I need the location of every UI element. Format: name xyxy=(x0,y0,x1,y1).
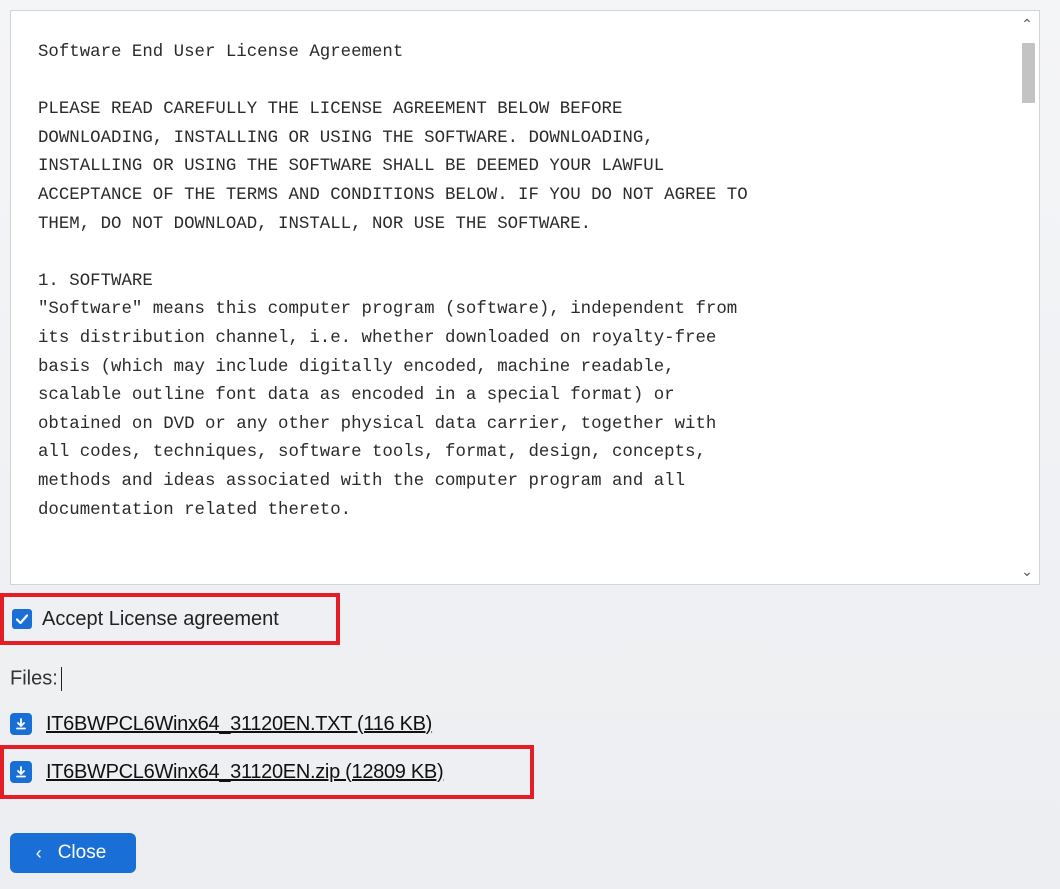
chevron-left-icon: ‹ xyxy=(35,842,42,863)
chevron-down-icon[interactable]: ⌄ xyxy=(1015,560,1039,582)
files-label: Files: xyxy=(10,667,62,691)
close-button-label: Close xyxy=(57,842,107,863)
license-text-area[interactable]: Software End User License Agreement PLEA… xyxy=(10,10,1040,585)
accept-license-label[interactable]: Accept License agreement xyxy=(42,608,279,631)
file-item-zip[interactable]: IT6BWPCL6Winx64_31120EN.zip (12809 KB) xyxy=(0,745,534,799)
close-button[interactable]: ‹ Close xyxy=(10,833,136,873)
file-item-txt[interactable]: IT6BWPCL6Winx64_31120EN.TXT (116 KB) xyxy=(10,709,432,739)
download-icon[interactable] xyxy=(10,761,32,783)
download-icon[interactable] xyxy=(10,713,32,735)
file-link-txt[interactable]: IT6BWPCL6Winx64_31120EN.TXT (116 KB) xyxy=(46,713,432,736)
license-scrollbar[interactable]: ⌃ ⌄ xyxy=(1015,11,1039,584)
accept-license-row[interactable]: Accept License agreement xyxy=(0,593,340,645)
checkmark-icon xyxy=(15,614,29,625)
file-link-zip[interactable]: IT6BWPCL6Winx64_31120EN.zip (12809 KB) xyxy=(46,761,444,784)
license-text: Software End User License Agreement PLEA… xyxy=(38,43,748,520)
scrollbar-thumb[interactable] xyxy=(1022,43,1035,103)
accept-license-checkbox[interactable] xyxy=(12,609,32,629)
chevron-up-icon[interactable]: ⌃ xyxy=(1015,13,1039,35)
text-cursor xyxy=(60,667,62,691)
